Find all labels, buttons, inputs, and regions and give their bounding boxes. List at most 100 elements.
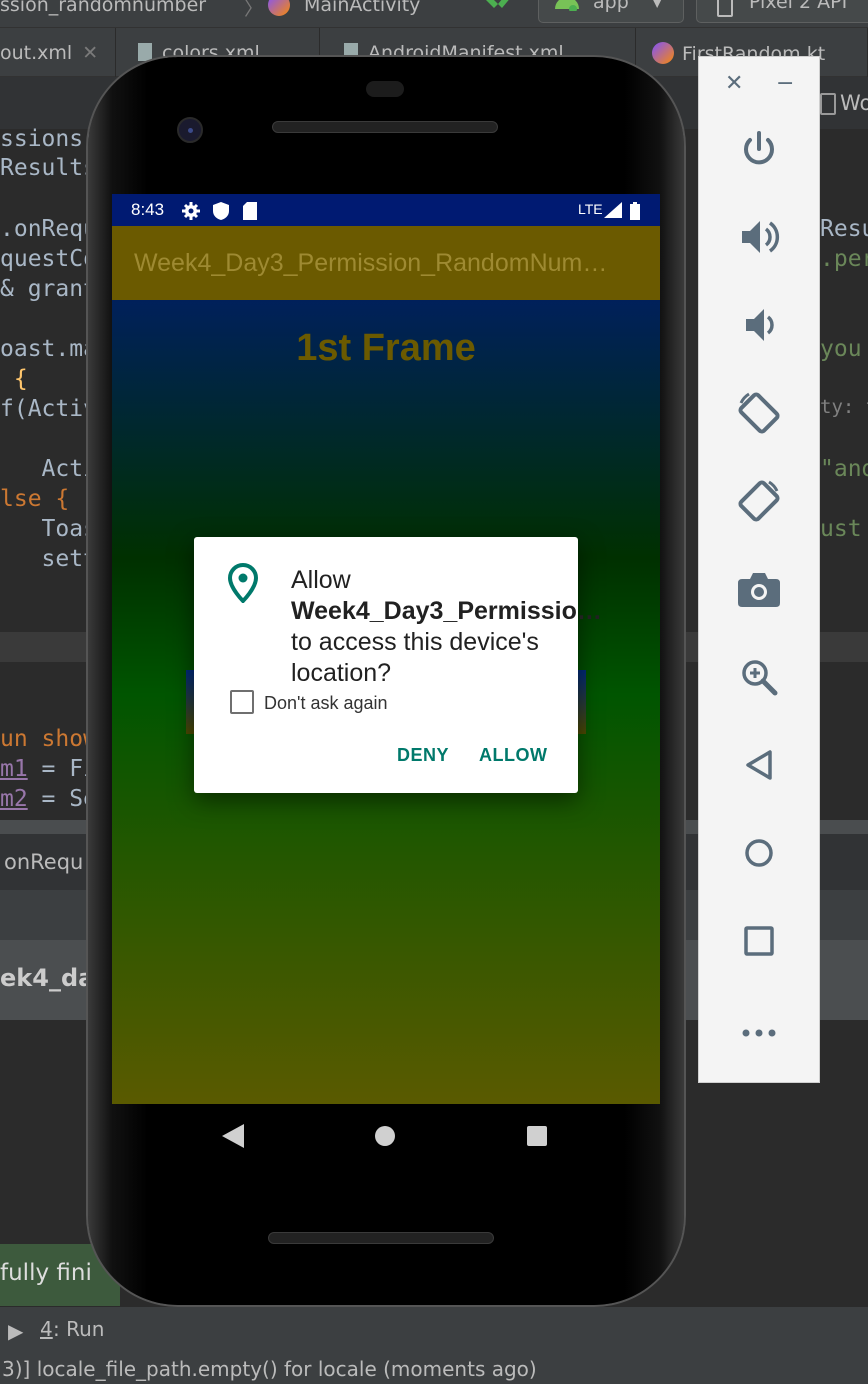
run-config-label: app	[593, 0, 629, 13]
sd-card-icon	[243, 202, 257, 223]
back-icon	[745, 749, 773, 785]
code-line: Toas	[0, 516, 97, 542]
screenshot-button[interactable]	[699, 561, 819, 621]
front-camera-icon	[177, 117, 203, 143]
minimize-icon[interactable]: −	[776, 71, 794, 96]
status-time: 8:43	[131, 200, 165, 219]
code-line: questCo	[0, 246, 97, 272]
android-icon	[553, 0, 581, 15]
bottom-tool-bar: ▶ 4 : Run	[0, 1306, 868, 1356]
build-hammer-icon[interactable]	[484, 0, 514, 14]
home-button[interactable]	[699, 825, 819, 885]
top-speaker	[272, 121, 498, 133]
breadcrumb-separator: 〉	[244, 0, 264, 20]
volume-down-icon	[742, 307, 776, 347]
emulator-controls: ✕ −	[698, 56, 820, 1083]
camera-icon	[738, 571, 780, 611]
tab-label: out.xml	[0, 42, 73, 64]
code-line: ty: t	[820, 396, 868, 418]
sensor	[366, 81, 404, 97]
power-icon	[739, 129, 779, 173]
zoom-icon	[740, 658, 778, 700]
message-suffix: to access this device's location?	[291, 628, 539, 687]
code-line: Results	[0, 155, 97, 181]
code-line: f(Activ	[0, 396, 97, 422]
run-panel-title: ek4_da	[0, 964, 95, 992]
run-tab-label[interactable]: : Run	[53, 1317, 104, 1341]
deny-button[interactable]: DENY	[397, 745, 449, 766]
bottom-speaker	[268, 1232, 494, 1244]
ide-toolbar: ssion_randomnumber 〉 MainActivity app ▼ …	[0, 0, 868, 28]
permission-message: Allow Week4_Day3_Permissio… to access th…	[291, 565, 602, 689]
message-prefix: Allow	[291, 566, 351, 594]
device-icon	[717, 0, 733, 17]
tab-layout-xml[interactable]: out.xml ✕	[0, 28, 116, 77]
more-button[interactable]	[699, 1001, 819, 1061]
breadcrumb-bottom[interactable]: onRequ	[4, 850, 83, 874]
frame-title: 1st Frame	[296, 327, 476, 369]
breadcrumb-project[interactable]: ssion_randomnumber	[0, 0, 206, 16]
nav-back-icon[interactable]	[222, 1124, 244, 1152]
code-line: Resu	[820, 216, 868, 242]
device-select[interactable]: Pixel 2 API	[696, 0, 868, 23]
ide-status-bar: 3)] locale_file_path.empty() for locale …	[0, 1356, 868, 1384]
android-nav-bar	[112, 1104, 660, 1168]
code-line: oast.ma	[0, 336, 97, 362]
nav-overview-icon[interactable]	[527, 1126, 547, 1150]
code-line: {	[0, 366, 28, 392]
power-button[interactable]	[699, 121, 819, 181]
home-icon	[744, 838, 774, 872]
rotate-left-button[interactable]	[699, 385, 819, 445]
close-icon[interactable]: ✕	[82, 42, 98, 64]
dont-ask-again-checkbox[interactable]	[230, 690, 254, 714]
play-icon: ▶	[8, 1319, 24, 1343]
more-icon	[742, 1022, 776, 1041]
permission-dialog: Allow Week4_Day3_Permissio… to access th…	[194, 537, 602, 793]
network-type: LTE	[578, 201, 603, 217]
code-var: m2	[0, 786, 28, 812]
kotlin-file-icon	[268, 0, 290, 16]
nav-home-icon[interactable]	[375, 1126, 395, 1150]
code-line: m1 = Fi	[0, 756, 97, 782]
rotate-left-icon	[735, 389, 783, 441]
code-text: = Fi	[27, 756, 97, 782]
code-line: un show	[0, 726, 97, 752]
settings-icon	[182, 202, 200, 223]
close-icon[interactable]: ✕	[725, 71, 743, 96]
code-line: .per	[820, 246, 868, 272]
code-text: = Se	[27, 786, 97, 812]
code-line: ust	[820, 516, 862, 542]
volume-up-button[interactable]	[699, 209, 819, 269]
app-name: Week4_Day3_Permissio…	[291, 597, 602, 625]
rotate-right-icon	[735, 477, 783, 529]
dont-ask-again-label[interactable]: Don't ask again	[264, 693, 388, 714]
allow-button[interactable]: ALLOW	[479, 745, 547, 766]
code-var: m1	[0, 756, 28, 782]
code-text: un show	[0, 726, 97, 752]
rotate-right-button[interactable]	[699, 473, 819, 533]
checkbox-icon[interactable]	[820, 93, 836, 115]
code-line: sett	[0, 546, 97, 572]
device-label: Pixel 2 API	[749, 0, 848, 13]
android-status-bar: 8:43 LTE	[112, 194, 660, 226]
run-config-select[interactable]: app ▼	[538, 0, 684, 23]
code-line: lse {	[0, 486, 70, 512]
breadcrumb-class[interactable]: MainActivity	[304, 0, 420, 16]
back-button[interactable]	[699, 737, 819, 797]
signal-icon	[604, 202, 622, 221]
right-tab-label: Wo	[840, 91, 868, 115]
overview-icon	[744, 926, 774, 960]
code-line: m2 = Se	[0, 786, 97, 812]
kotlin-file-icon	[652, 42, 674, 64]
code-line: "and	[820, 456, 868, 482]
volume-down-button[interactable]	[699, 297, 819, 357]
code-line: ssions:	[0, 126, 97, 152]
app-title-bar: Week4_Day3_Permission_RandomNum…	[112, 226, 660, 300]
code-line: Acti	[0, 456, 97, 482]
zoom-button[interactable]	[699, 649, 819, 709]
battery-icon	[630, 202, 640, 223]
xml-file-icon	[138, 43, 152, 61]
shield-icon	[213, 202, 229, 223]
run-tab-number[interactable]: 4	[40, 1317, 53, 1341]
overview-button[interactable]	[699, 913, 819, 973]
